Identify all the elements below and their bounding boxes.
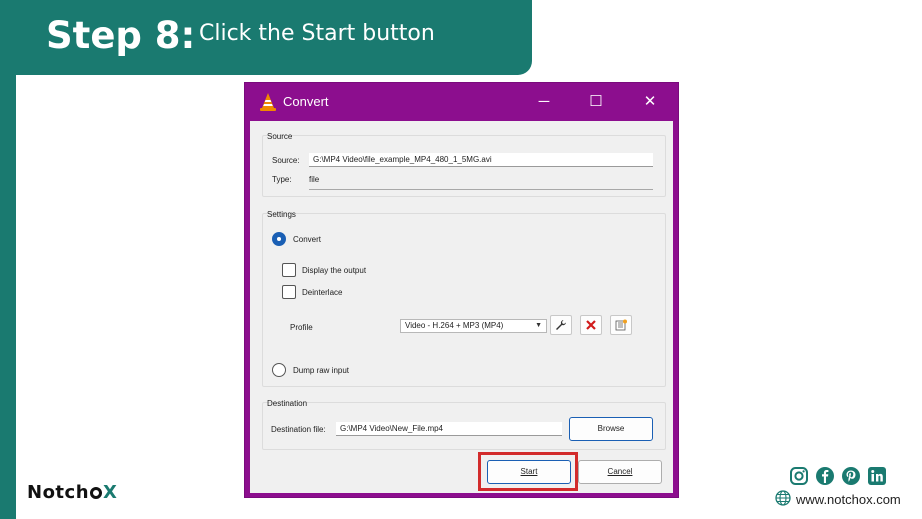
- facebook-icon[interactable]: [815, 466, 835, 486]
- step-instruction: Click the Start button: [199, 21, 435, 46]
- display-output-checkbox[interactable]: [282, 263, 296, 277]
- deinterlace-label: Deinterlace: [302, 288, 343, 297]
- settings-group: Settings: [262, 210, 666, 387]
- type-label: Type:: [272, 175, 292, 184]
- dump-raw-label: Dump raw input: [293, 366, 350, 375]
- pinterest-icon[interactable]: [841, 466, 861, 486]
- new-profile-button[interactable]: [610, 315, 632, 335]
- dialog-body: Source Source: G:\MP4 Video\file_example…: [250, 121, 673, 493]
- close-button[interactable]: ✕: [639, 91, 661, 113]
- destination-label: Destination file:: [271, 425, 326, 434]
- linkedin-icon[interactable]: [867, 466, 887, 486]
- deinterlace-checkbox[interactable]: [282, 285, 296, 299]
- start-highlight-box: [478, 452, 578, 491]
- delete-x-icon: [586, 320, 596, 330]
- chevron-down-icon: ▼: [535, 322, 542, 329]
- profile-selected-value: Video - H.264 + MP3 (MP4): [405, 321, 504, 330]
- profile-select[interactable]: Video - H.264 + MP3 (MP4) ▼: [400, 319, 547, 333]
- source-label: Source:: [272, 156, 300, 165]
- maximize-button[interactable]: ☐: [585, 91, 607, 113]
- source-field[interactable]: G:\MP4 Video\file_example_MP4_480_1_5MG.…: [309, 153, 653, 167]
- convert-dialog: Convert ─ ☐ ✕ Source Source: G:\MP4 Vide…: [244, 82, 679, 498]
- globe-icon: [775, 490, 791, 506]
- delete-profile-button[interactable]: [580, 315, 602, 335]
- dump-raw-radio[interactable]: [272, 363, 286, 377]
- convert-radio[interactable]: [272, 232, 286, 246]
- vlc-cone-icon: [260, 93, 276, 111]
- display-output-label: Display the output: [302, 266, 367, 275]
- window-title: Convert: [283, 94, 329, 109]
- logo-o-mark: [90, 487, 103, 499]
- wrench-icon: [556, 320, 566, 330]
- settings-group-title: Settings: [267, 210, 296, 219]
- browse-button[interactable]: Browse: [569, 417, 653, 441]
- new-profile-icon: [615, 319, 627, 331]
- edit-profile-button[interactable]: [550, 315, 572, 335]
- destination-group-title: Destination: [267, 399, 308, 408]
- instagram-icon[interactable]: [789, 466, 809, 486]
- left-accent-bar: [0, 0, 16, 519]
- type-value: file: [309, 175, 320, 184]
- step-number: Step 8:: [46, 14, 196, 57]
- notchox-logo: Notch X: [27, 482, 118, 503]
- source-group: Source Source: G:\MP4 Video\file_example…: [262, 132, 666, 197]
- convert-label: Convert: [293, 235, 322, 244]
- logo-x-mark: X: [103, 482, 118, 503]
- step-banner: Step 8: Click the Start button: [0, 0, 532, 75]
- minimize-button[interactable]: ─: [533, 91, 555, 113]
- type-underline: [309, 189, 653, 190]
- destination-field[interactable]: G:\MP4 Video\New_File.mp4: [336, 422, 562, 436]
- title-bar[interactable]: Convert ─ ☐ ✕: [245, 83, 678, 121]
- profile-label: Profile: [290, 323, 313, 332]
- source-group-title: Source: [267, 132, 293, 141]
- website-link[interactable]: www.notchox.com: [796, 492, 901, 507]
- cancel-button[interactable]: Cancel: [578, 460, 662, 484]
